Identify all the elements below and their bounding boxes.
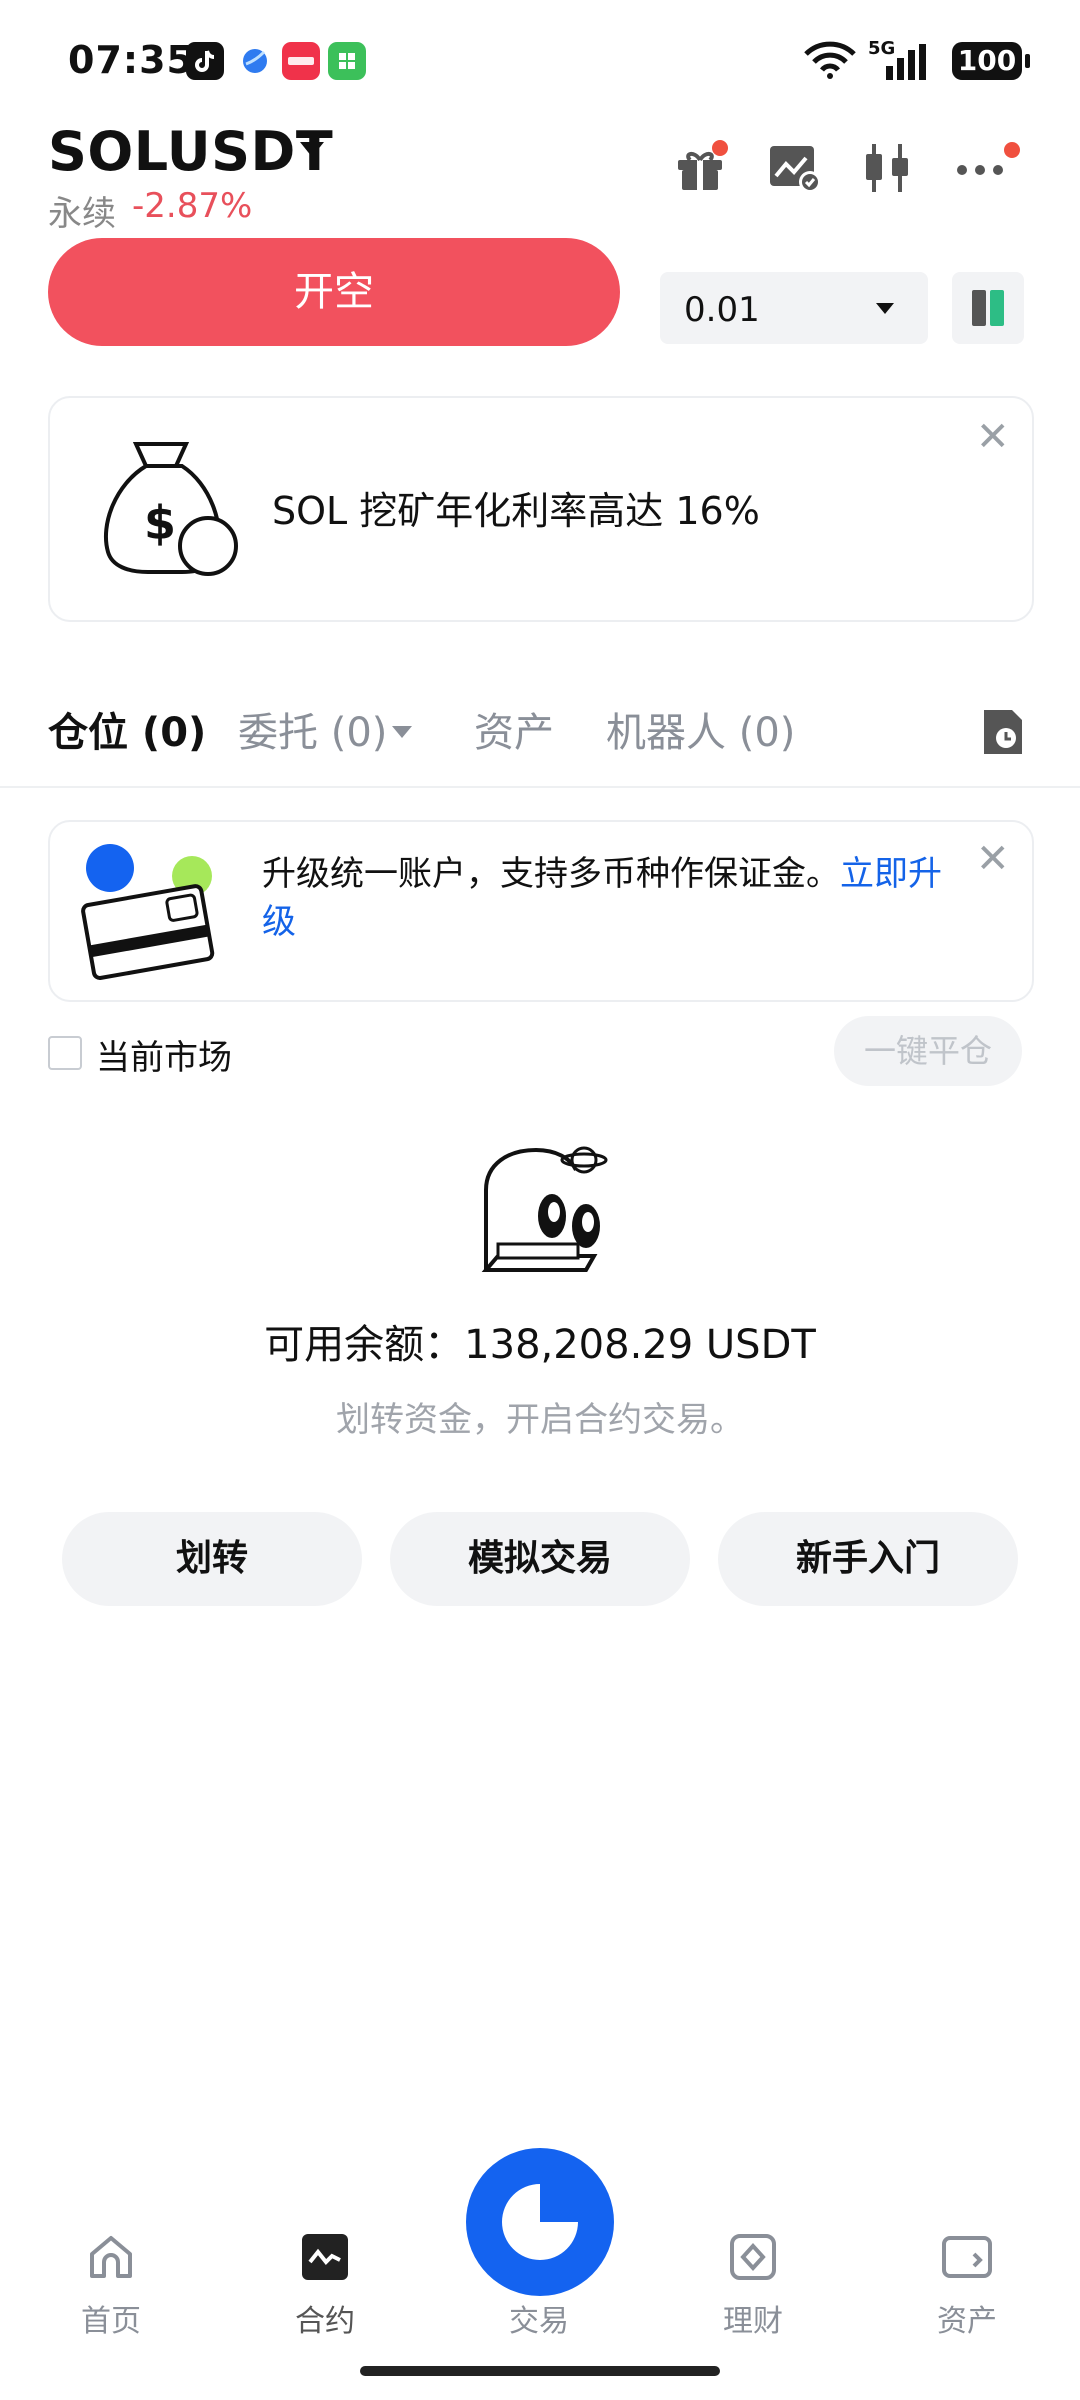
symbol-title[interactable]: SOLUSDT bbox=[48, 120, 333, 183]
tabs-divider bbox=[0, 786, 1080, 788]
orders-dropdown-icon[interactable] bbox=[392, 726, 412, 738]
close-all-button[interactable]: 一键平仓 bbox=[834, 1016, 1022, 1086]
notification-dot bbox=[712, 140, 728, 156]
price-change: -2.87% bbox=[132, 186, 253, 226]
xiaohongshu-icon bbox=[282, 42, 320, 80]
app-sphere-icon bbox=[236, 42, 274, 80]
candlestick-icon[interactable] bbox=[860, 140, 916, 196]
tiktok-icon bbox=[186, 42, 224, 80]
layout-toggle-button[interactable] bbox=[952, 272, 1024, 344]
upgrade-message: 升级统一账户，支持多币种作保证金。立即升级 bbox=[262, 850, 962, 946]
open-short-button[interactable]: 开空 bbox=[48, 238, 620, 346]
upgrade-close-icon[interactable]: ✕ bbox=[976, 836, 1010, 882]
home-icon[interactable] bbox=[86, 2232, 136, 2282]
wifi-icon bbox=[802, 40, 858, 80]
app-green-icon bbox=[328, 42, 366, 80]
promo-close-icon[interactable]: ✕ bbox=[976, 414, 1010, 460]
status-time: 07:35 bbox=[68, 38, 194, 82]
binoculars-illustration bbox=[468, 1140, 618, 1290]
contract-type: 永续 bbox=[48, 194, 116, 234]
trade-fab[interactable] bbox=[466, 2148, 614, 2296]
chart-alert-icon[interactable] bbox=[766, 140, 822, 196]
upgrade-text: 升级统一账户，支持多币种作保证金。 bbox=[262, 854, 840, 894]
nav-earn[interactable]: 理财 bbox=[678, 2296, 828, 2340]
nav-trade[interactable]: 交易 bbox=[464, 2296, 614, 2340]
available-balance: 可用余额：138,208.29 USDT bbox=[264, 1322, 816, 1368]
futures-icon[interactable] bbox=[300, 2232, 350, 2282]
quantity-value: 0.01 bbox=[684, 290, 760, 330]
tab-bots[interactable]: 机器人 (0) bbox=[606, 700, 795, 758]
transfer-hint: 划转资金，开启合约交易。 bbox=[336, 1400, 744, 1440]
wallet-nav-icon[interactable] bbox=[942, 2232, 992, 2282]
more-notification-dot bbox=[1004, 142, 1020, 158]
quantity-dropdown-icon bbox=[876, 303, 894, 314]
home-indicator bbox=[360, 2366, 720, 2376]
earn-icon[interactable] bbox=[728, 2232, 778, 2282]
current-market-label: 当前市场 bbox=[96, 1038, 232, 1078]
signal-icon bbox=[872, 44, 928, 82]
transfer-button[interactable]: 划转 bbox=[62, 1512, 362, 1606]
nav-assets[interactable]: 资产 bbox=[892, 2296, 1042, 2340]
tab-positions[interactable]: 仓位 (0) bbox=[48, 700, 206, 758]
nav-home[interactable]: 首页 bbox=[36, 2296, 186, 2340]
money-bag-icon: $ bbox=[96, 434, 246, 584]
status-bar: 07:35 5G 100 bbox=[0, 0, 1080, 120]
promo-text: SOL 挖矿年化利率高达 16% bbox=[272, 489, 760, 533]
more-icon[interactable] bbox=[954, 140, 1010, 196]
tab-assets[interactable]: 资产 bbox=[474, 700, 554, 758]
beginner-guide-button[interactable]: 新手入门 bbox=[718, 1512, 1018, 1606]
current-market-checkbox[interactable] bbox=[48, 1036, 82, 1070]
demo-trading-button[interactable]: 模拟交易 bbox=[390, 1512, 690, 1606]
battery-indicator: 100 bbox=[952, 42, 1030, 80]
wallet-icon bbox=[78, 842, 228, 982]
svg-text:$: $ bbox=[144, 496, 176, 550]
history-icon[interactable] bbox=[980, 706, 1026, 758]
symbol-dropdown-icon[interactable] bbox=[300, 142, 324, 157]
nav-futures[interactable]: 合约 bbox=[250, 2296, 400, 2340]
tab-orders[interactable]: 委托 (0) bbox=[238, 700, 387, 758]
